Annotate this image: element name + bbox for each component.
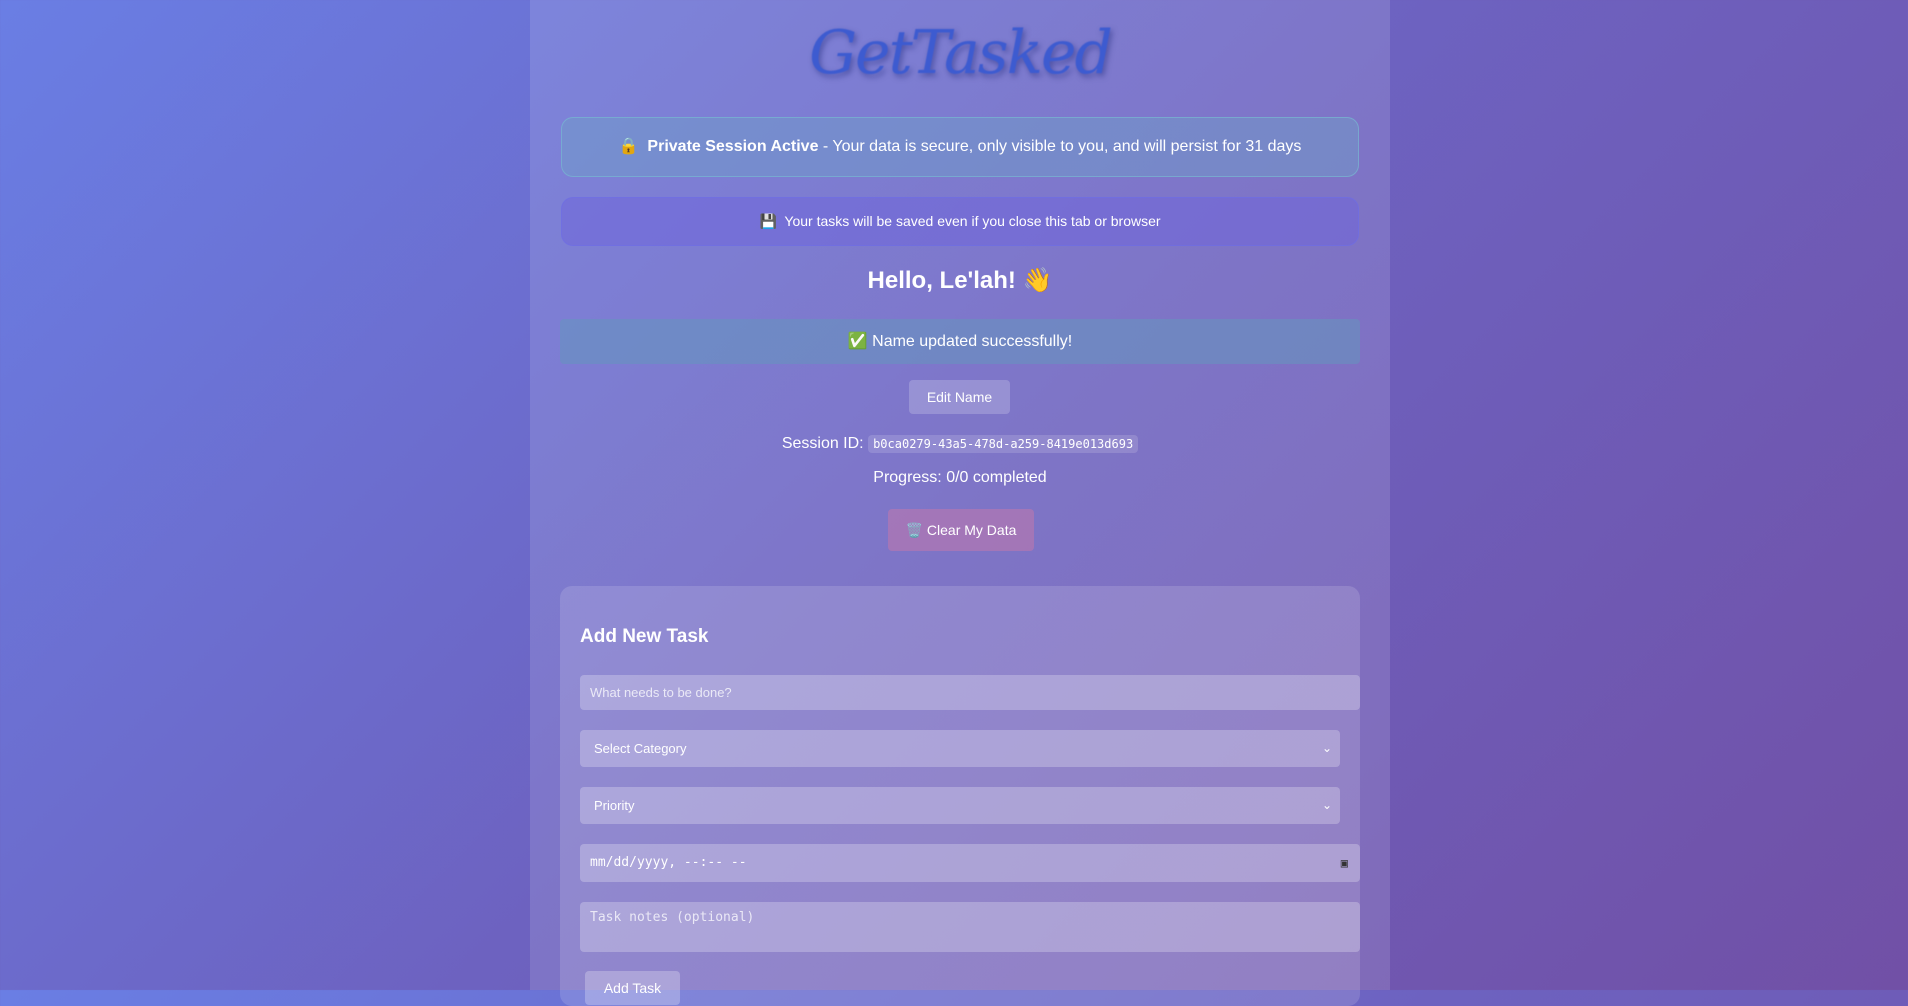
main-container: GetTasked 🔒 Private Session Active - You… [530, 0, 1390, 1006]
add-task-title: Add New Task [580, 626, 709, 647]
floppy-disk-icon: 💾 [759, 213, 777, 229]
priority-select[interactable]: Priority ⌄ [580, 787, 1340, 824]
progress-text: Progress: 0/0 completed [873, 469, 1047, 486]
private-session-text: - Your data is secure, only visible to y… [818, 138, 1302, 155]
add-task-card: Add New Task What needs to be done? Sele… [560, 586, 1360, 1006]
notes-textarea[interactable]: Task notes (optional) [580, 902, 1360, 952]
add-task-button[interactable]: Add Task [585, 971, 680, 1005]
greeting: Hello, Le'lah! 👋 [867, 267, 1053, 294]
session-id: b0ca0279-43a5-478d-a259-8419e013d693 [868, 435, 1139, 453]
session-label: Session ID: [781, 435, 864, 452]
clear-data-button[interactable]: 🗑️ Clear My Data [888, 509, 1034, 551]
private-session-banner: 🔒 Private Session Active - Your data is … [561, 117, 1359, 177]
persist-banner: 💾 Your tasks will be saved even if you c… [561, 197, 1359, 246]
due-datetime-input[interactable]: mm/dd/yyyy, --:-- -- ▣ [580, 844, 1360, 882]
datetime-placeholder: mm/dd/yyyy, --:-- -- [590, 855, 747, 870]
chevron-down-icon: ⌄ [1321, 798, 1332, 812]
session-info: Session ID: b0ca0279-43a5-478d-a259-8419… [530, 435, 1390, 453]
category-value: Select Category [594, 741, 687, 756]
category-select[interactable]: Select Category ⌄ [580, 730, 1340, 767]
priority-value: Priority [594, 798, 635, 813]
persist-text: Your tasks will be saved even if you clo… [784, 213, 1161, 229]
calendar-icon[interactable]: ▣ [1341, 844, 1348, 882]
success-message: ✅ Name updated successfully! [560, 319, 1360, 364]
private-session-title: Private Session Active [647, 138, 819, 155]
chevron-down-icon: ⌄ [1321, 741, 1332, 755]
edit-name-button[interactable]: Edit Name [909, 380, 1010, 414]
task-input[interactable]: What needs to be done? [580, 675, 1360, 710]
lock-icon: 🔒 [618, 138, 639, 155]
app-logo: GetTasked [809, 18, 1113, 88]
